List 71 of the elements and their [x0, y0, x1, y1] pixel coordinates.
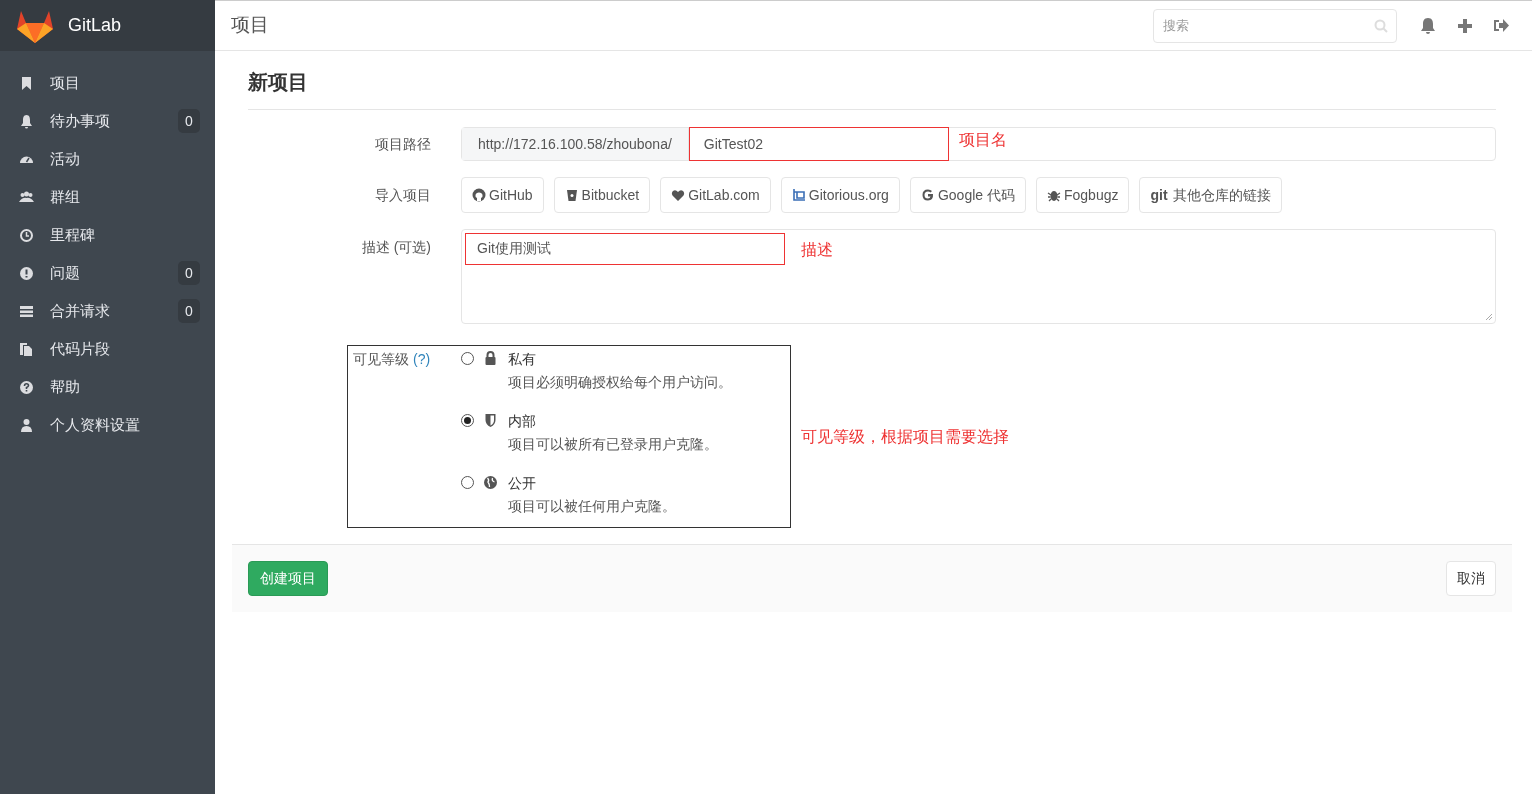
- gitorious-icon: [791, 188, 806, 202]
- option-title: 私有: [508, 350, 537, 369]
- import-source-button[interactable]: git 其他仓库的链接: [1139, 177, 1282, 213]
- help-link[interactable]: (?): [413, 349, 431, 370]
- copy-icon: [19, 341, 34, 357]
- option-description: 项目必须明确授权给每个用户访问。: [508, 373, 732, 392]
- sidebar-item[interactable]: 群组: [50, 185, 200, 209]
- bucket-icon: [564, 188, 579, 202]
- git-logo-text: git: [1150, 185, 1168, 205]
- project-name-field[interactable]: GitTest02: [688, 127, 949, 161]
- plus-icon[interactable]: [1457, 17, 1473, 34]
- sidebar-item[interactable]: 待办事项: [50, 109, 178, 133]
- field-label: 描述 (可选): [360, 238, 431, 257]
- option-title: 公开: [508, 474, 537, 493]
- import-source-button[interactable]: GitHub: [461, 177, 544, 213]
- import-source-button[interactable]: GitLab.com: [660, 177, 771, 213]
- search-field[interactable]: 搜索: [1153, 8, 1397, 43]
- globe-icon: [483, 475, 498, 490]
- bell-icon: [19, 113, 34, 129]
- count-badge: 0: [178, 261, 200, 285]
- page-title: 项目: [231, 13, 270, 38]
- search-icon: [1374, 18, 1388, 33]
- bell-icon[interactable]: [1419, 16, 1437, 35]
- count-badge: 0: [178, 299, 200, 323]
- sidebar-item[interactable]: 个人资料设置: [50, 413, 200, 437]
- page-heading: 新项目: [248, 51, 1496, 110]
- heart-icon: [671, 188, 686, 202]
- lock-icon: [483, 351, 498, 366]
- user-icon: [19, 417, 34, 433]
- import-source-button[interactable]: Google 代码: [909, 177, 1026, 213]
- option-description: 项目可以被所有已登录用户克隆。: [508, 435, 718, 454]
- path-prefix: http://172.16.100.58/zhoubona/: [462, 128, 689, 160]
- brand-name[interactable]: GitLab: [68, 12, 122, 39]
- sidebar-item[interactable]: 代码片段: [50, 337, 200, 361]
- sidebar-item[interactable]: 合并请求: [50, 299, 178, 323]
- option-description: 项目可以被任何用户克隆。: [508, 497, 676, 516]
- cancel-button[interactable]: 取消: [1446, 561, 1496, 596]
- sidebar-item[interactable]: 活动: [50, 147, 200, 171]
- import-source-button[interactable]: Gitorious.org: [780, 177, 900, 213]
- field-label: 导入项目: [374, 185, 431, 205]
- import-source-button[interactable]: Bitbucket: [553, 177, 651, 213]
- description-field[interactable]: Git使用测试: [465, 233, 785, 265]
- import-source-button[interactable]: Fogbugz: [1035, 177, 1130, 213]
- option-title: 内部: [508, 412, 537, 431]
- help-icon: [19, 379, 34, 395]
- sidebar-item[interactable]: 项目: [50, 71, 200, 95]
- annotation-text: 描述: [801, 240, 833, 260]
- bookmark-icon: [19, 75, 34, 91]
- alert-icon: [19, 265, 34, 281]
- users-icon: [19, 189, 34, 205]
- radio-button[interactable]: [461, 352, 474, 365]
- radio-button[interactable]: [461, 476, 474, 489]
- import-source-label: 其他仓库的链接: [1172, 185, 1271, 205]
- resize-grip-icon[interactable]: [1485, 313, 1493, 321]
- count-badge: 0: [178, 109, 200, 133]
- bug-icon: [1046, 188, 1061, 202]
- clock-icon: [19, 227, 34, 243]
- annotation-text: 项目名: [958, 130, 1007, 150]
- sidebar-item[interactable]: 问题: [50, 261, 178, 285]
- radio-button[interactable]: [461, 414, 474, 427]
- sign-out-icon[interactable]: [1493, 18, 1510, 33]
- list-icon: [19, 303, 34, 319]
- annotation-text: 可见等级，根据项目需要选择: [801, 426, 1009, 447]
- google-g-icon: [920, 188, 935, 202]
- sidebar-item[interactable]: 里程碑: [50, 223, 200, 247]
- github-icon: [472, 188, 486, 202]
- field-label: 可见等级: [353, 350, 409, 369]
- field-label: 项目路径: [374, 134, 431, 154]
- sidebar-item[interactable]: 帮助: [50, 375, 200, 399]
- description-textarea[interactable]: Git使用测试 描述: [461, 229, 1496, 324]
- shield-icon: [483, 413, 498, 428]
